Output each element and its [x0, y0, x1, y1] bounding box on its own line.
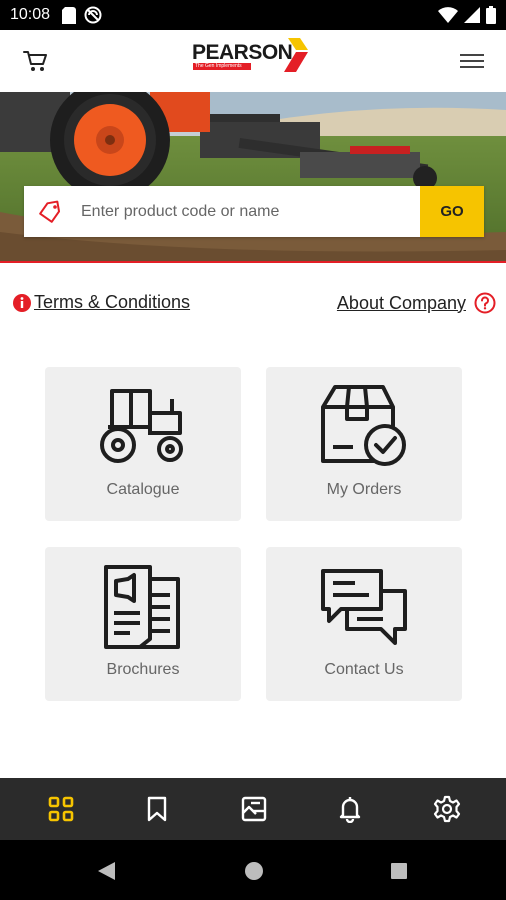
nav-bookmarks[interactable] — [143, 795, 171, 823]
my-orders-tile[interactable]: My Orders — [266, 367, 462, 521]
search-input[interactable] — [63, 186, 420, 237]
back-icon[interactable] — [95, 860, 117, 882]
wifi-icon — [438, 7, 458, 23]
cart-button[interactable] — [22, 49, 48, 73]
my-orders-label: My Orders — [326, 481, 402, 498]
cart-icon — [23, 51, 47, 71]
signal-icon — [464, 7, 480, 23]
links-row: Terms & Conditions About Company — [0, 288, 506, 318]
nav-settings[interactable] — [433, 795, 461, 823]
logo-arrow-mark — [284, 38, 308, 72]
brochures-label: Brochures — [106, 661, 180, 678]
bookmark-icon — [147, 796, 167, 822]
android-nav-bar — [0, 840, 506, 900]
terms-conditions-link[interactable]: Terms & Conditions — [12, 292, 190, 313]
catalogue-tile[interactable]: Catalogue — [45, 367, 241, 521]
contact-us-tile[interactable]: Contact Us — [266, 547, 462, 701]
nav-gallery[interactable] — [240, 795, 268, 823]
no-disturb-icon — [84, 6, 102, 24]
gallery-icon — [241, 796, 267, 822]
terms-conditions-label: Terms & Conditions — [34, 292, 191, 312]
tag-icon — [39, 200, 61, 223]
brochure-icon — [104, 565, 180, 649]
logo-tagline: The Gen Implements — [193, 63, 251, 70]
box-check-icon — [321, 385, 406, 466]
bottom-nav — [0, 778, 506, 840]
go-button[interactable]: GO — [420, 186, 484, 237]
nav-home[interactable] — [47, 795, 75, 823]
info-icon — [13, 293, 31, 312]
tractor-icon — [100, 389, 183, 463]
recents-icon[interactable] — [389, 861, 409, 881]
app-header: PEARSON The Gen Implements — [0, 30, 506, 92]
search-bar: GO — [24, 186, 484, 237]
status-notification-icons — [62, 6, 102, 24]
status-bar: 10:08 — [0, 0, 506, 30]
contact-us-label: Contact Us — [324, 661, 404, 678]
battery-icon — [486, 6, 496, 24]
sd-card-icon — [62, 6, 77, 24]
nav-notifications[interactable] — [336, 795, 364, 824]
status-time: 10:08 — [10, 6, 51, 23]
bell-icon — [339, 797, 361, 824]
pearson-logo: PEARSON The Gen Implements — [192, 38, 316, 74]
home-icon[interactable] — [243, 860, 265, 882]
grid-icon — [48, 796, 74, 822]
menu-button[interactable] — [460, 52, 484, 70]
catalogue-label: Catalogue — [106, 481, 180, 498]
chat-bubbles-icon — [321, 569, 407, 645]
status-system-icons — [438, 6, 496, 24]
hero-divider — [0, 261, 506, 263]
gear-icon — [433, 795, 461, 823]
brochures-tile[interactable]: Brochures — [45, 547, 241, 701]
hamburger-menu-icon — [460, 54, 484, 68]
about-company-link[interactable]: About Company — [337, 292, 496, 314]
about-company-label: About Company — [336, 292, 466, 313]
help-icon — [474, 292, 496, 314]
